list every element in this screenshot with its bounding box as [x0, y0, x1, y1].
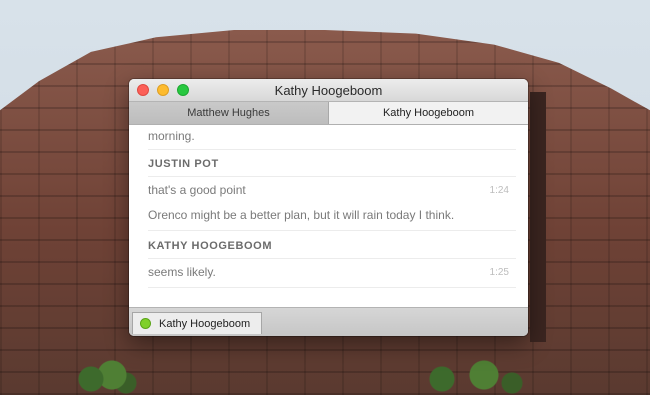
divider [148, 258, 516, 259]
message-text: that's a good point [148, 183, 246, 197]
chat-window: Kathy Hoogeboom Matthew Hughes Kathy Hoo… [129, 79, 528, 336]
divider [148, 149, 516, 150]
window-controls [137, 84, 189, 96]
contact-tab[interactable]: Kathy Hoogeboom [132, 312, 262, 334]
divider [148, 230, 516, 231]
window-title: Kathy Hoogeboom [274, 82, 383, 98]
divider [148, 287, 516, 288]
foliage [400, 355, 540, 395]
message-text: seems likely. [148, 265, 216, 279]
divider [148, 176, 516, 177]
message-list[interactable]: morning. JUSTIN POT that's a good point … [129, 125, 528, 309]
wall-shadow [530, 92, 546, 342]
online-status-icon [140, 318, 151, 329]
tab-matthew-hughes[interactable]: Matthew Hughes [129, 102, 329, 124]
message-text: morning. [148, 129, 195, 143]
foliage [70, 355, 140, 395]
tab-kathy-hoogeboom[interactable]: Kathy Hoogeboom [329, 102, 528, 124]
close-button[interactable] [137, 84, 149, 96]
minimize-button[interactable] [157, 84, 169, 96]
sender-name: KATHY HOOGEBOOM [148, 240, 273, 252]
message-timestamp: 1:24 [489, 185, 509, 196]
message-text: Orenco might be a better plan, but it wi… [148, 208, 455, 222]
conversation-tabs: Matthew Hughes Kathy Hoogeboom [129, 102, 528, 125]
zoom-button[interactable] [177, 84, 189, 96]
contact-bar: Kathy Hoogeboom [129, 307, 528, 336]
sender-name: JUSTIN POT [148, 158, 219, 170]
message-timestamp: 1:25 [489, 267, 509, 278]
contact-tab-label: Kathy Hoogeboom [159, 317, 251, 330]
title-bar[interactable]: Kathy Hoogeboom [129, 79, 528, 102]
